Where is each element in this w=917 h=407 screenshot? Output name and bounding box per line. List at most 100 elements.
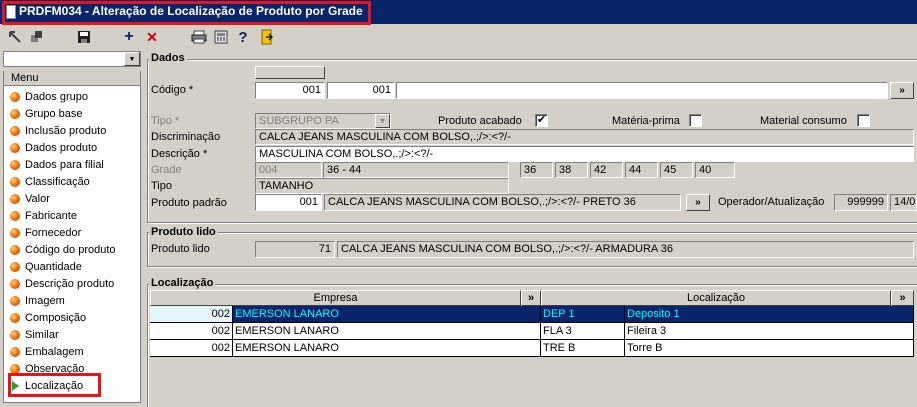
sidebar-item[interactable]: Dados produto xyxy=(10,139,97,156)
title-highlight-box xyxy=(2,1,371,25)
grade-label: Grade xyxy=(151,164,182,176)
codigo-field-3[interactable] xyxy=(396,82,888,99)
grade-size-cell: 36 xyxy=(520,162,553,178)
grid-cell-loc[interactable]: DEP 1 xyxy=(541,306,625,323)
col-header-empresa[interactable]: Empresa xyxy=(150,290,521,306)
sidebar-item[interactable]: Inclusão produto xyxy=(10,122,106,139)
sidebar-item[interactable]: Dados para filial xyxy=(10,156,104,173)
menu-filter-combo[interactable] xyxy=(3,51,141,67)
produto-padrao-code[interactable]: 001 xyxy=(255,194,322,211)
produto-padrao-lookup-button[interactable]: » xyxy=(686,194,710,211)
grid-cell-cod[interactable]: 002 xyxy=(150,306,233,323)
exit-icon[interactable] xyxy=(258,28,276,46)
sidebar-item-label: Dados grupo xyxy=(25,90,88,103)
codigo-header-button[interactable] xyxy=(255,66,325,79)
produto-acabado-checkbox[interactable]: ✔ xyxy=(535,114,548,127)
sidebar-item-label: Dados produto xyxy=(25,141,98,154)
bullet-icon xyxy=(10,278,20,289)
material-consumo-checkbox[interactable] xyxy=(857,114,870,127)
bullet-icon xyxy=(10,295,20,306)
sidebar-item-label: Dados para filial xyxy=(25,158,104,171)
sidebar-item[interactable]: Classificação xyxy=(10,173,90,190)
produto-padrao-desc: CALCA JEANS MASCULINA COM BOLSO,.;/>:<?/… xyxy=(324,194,681,211)
discriminacao-label: Discriminação xyxy=(151,131,221,143)
add-icon[interactable]: + xyxy=(120,28,138,46)
selected-item-highlight-box xyxy=(8,373,101,397)
sidebar-item-label: Quantidade xyxy=(25,260,82,273)
tipo2-field: TAMANHO xyxy=(255,178,509,194)
sidebar-item[interactable]: Dados grupo xyxy=(10,88,88,105)
grid-cell-empresa[interactable]: EMERSON LANARO xyxy=(233,323,541,340)
sidebar-item[interactable]: Imagem xyxy=(10,292,65,309)
grade-size-cell: 38 xyxy=(555,162,588,178)
bullet-icon xyxy=(10,312,20,323)
grid-cell-empresa[interactable]: EMERSON LANARO xyxy=(233,340,541,357)
sidebar-item[interactable]: Código do produto xyxy=(10,241,116,258)
sidebar-item-label: Valor xyxy=(25,192,50,205)
codigo-field-2[interactable]: 001 xyxy=(327,82,395,99)
grid-cell-loc[interactable]: TRE B xyxy=(541,340,625,357)
chevron-down-icon[interactable]: ▼ xyxy=(124,52,140,66)
bullet-icon xyxy=(10,210,20,221)
print-icon[interactable] xyxy=(190,28,208,46)
atualizacao-field: 14/0 xyxy=(890,194,917,211)
sidebar-item-label: Código do produto xyxy=(25,243,116,256)
sidebar-item-label: Inclusão produto xyxy=(25,124,107,137)
toolbar: + ✕ ? xyxy=(0,26,917,48)
bullet-icon xyxy=(10,244,20,255)
copy-icon[interactable] xyxy=(28,28,46,46)
descricao-label: Descrição * xyxy=(151,148,208,160)
grid-cell-desc[interactable]: Fileira 3 xyxy=(625,323,914,340)
tipo-select[interactable]: SUBGRUPO PA xyxy=(255,113,391,129)
sidebar-item[interactable]: Grupo base xyxy=(10,105,82,122)
sidebar-item[interactable]: Valor xyxy=(10,190,50,207)
empresa-expand-button[interactable]: » xyxy=(521,290,541,306)
bullet-icon xyxy=(10,329,20,340)
sidebar-item[interactable]: Composição xyxy=(10,309,86,326)
bullet-icon xyxy=(10,176,20,187)
tipo-label: Tipo * xyxy=(151,115,180,127)
help-icon[interactable]: ? xyxy=(234,28,252,46)
calculator-icon[interactable] xyxy=(212,28,230,46)
codigo-lookup-button[interactable]: » xyxy=(890,82,914,99)
grid-cell-cod[interactable]: 002 xyxy=(150,323,233,340)
materia-prima-checkbox[interactable] xyxy=(689,114,702,127)
grid-cell-loc[interactable]: FLA 3 xyxy=(541,323,625,340)
produto-lido-label: Produto lido xyxy=(151,243,210,255)
grid-cell-desc[interactable]: Deposito 1 xyxy=(625,306,914,323)
sidebar-item[interactable]: Similar xyxy=(10,326,59,343)
sidebar-item[interactable]: Embalagem xyxy=(10,343,84,360)
localizacao-expand-button[interactable]: » xyxy=(891,290,914,306)
bullet-icon xyxy=(10,261,20,272)
sidebar-item-label: Fornecedor xyxy=(25,226,82,239)
grade-size-cell: 44 xyxy=(625,162,658,178)
bullet-icon xyxy=(10,346,20,357)
menu-header: Menu xyxy=(4,71,140,86)
sidebar-item-label: Similar xyxy=(25,328,59,341)
sidebar-item[interactable]: Fornecedor xyxy=(10,224,81,241)
bullet-icon xyxy=(10,125,20,136)
grid-cell-desc[interactable]: Torre B xyxy=(625,340,914,357)
sidebar-item-label: Imagem xyxy=(25,294,65,307)
codigo-field-1[interactable]: 001 xyxy=(255,82,325,99)
operador-field: 999999 xyxy=(834,194,888,211)
sidebar-item-label: Embalagem xyxy=(25,345,84,358)
save-icon[interactable] xyxy=(75,28,93,46)
back-icon[interactable] xyxy=(6,28,24,46)
dados-title: Dados xyxy=(149,52,187,64)
descricao-field[interactable]: MASCULINA COM BOLSO,.;/>:<?/- xyxy=(255,146,914,162)
grade-code-field: 004 xyxy=(255,162,322,178)
bullet-icon xyxy=(10,227,20,238)
grid-cell-empresa[interactable]: EMERSON LANARO xyxy=(233,306,541,323)
bullet-icon xyxy=(10,159,20,170)
discriminacao-field: CALCA JEANS MASCULINA COM BOLSO,.;/>:<?/… xyxy=(255,129,914,145)
sidebar-item[interactable]: Quantidade xyxy=(10,258,82,275)
col-header-localizacao[interactable]: Localização xyxy=(541,290,891,306)
delete-icon[interactable]: ✕ xyxy=(143,28,161,46)
sidebar-item[interactable]: Fabricante xyxy=(10,207,77,224)
material-consumo-label: Material consumo xyxy=(760,115,847,127)
grade-range-field: 36 - 44 xyxy=(323,162,509,178)
sidebar-item[interactable]: Descrição produto xyxy=(10,275,114,292)
grid-cell-cod[interactable]: 002 xyxy=(150,340,233,357)
chevron-down-icon[interactable]: ▼ xyxy=(375,114,390,128)
